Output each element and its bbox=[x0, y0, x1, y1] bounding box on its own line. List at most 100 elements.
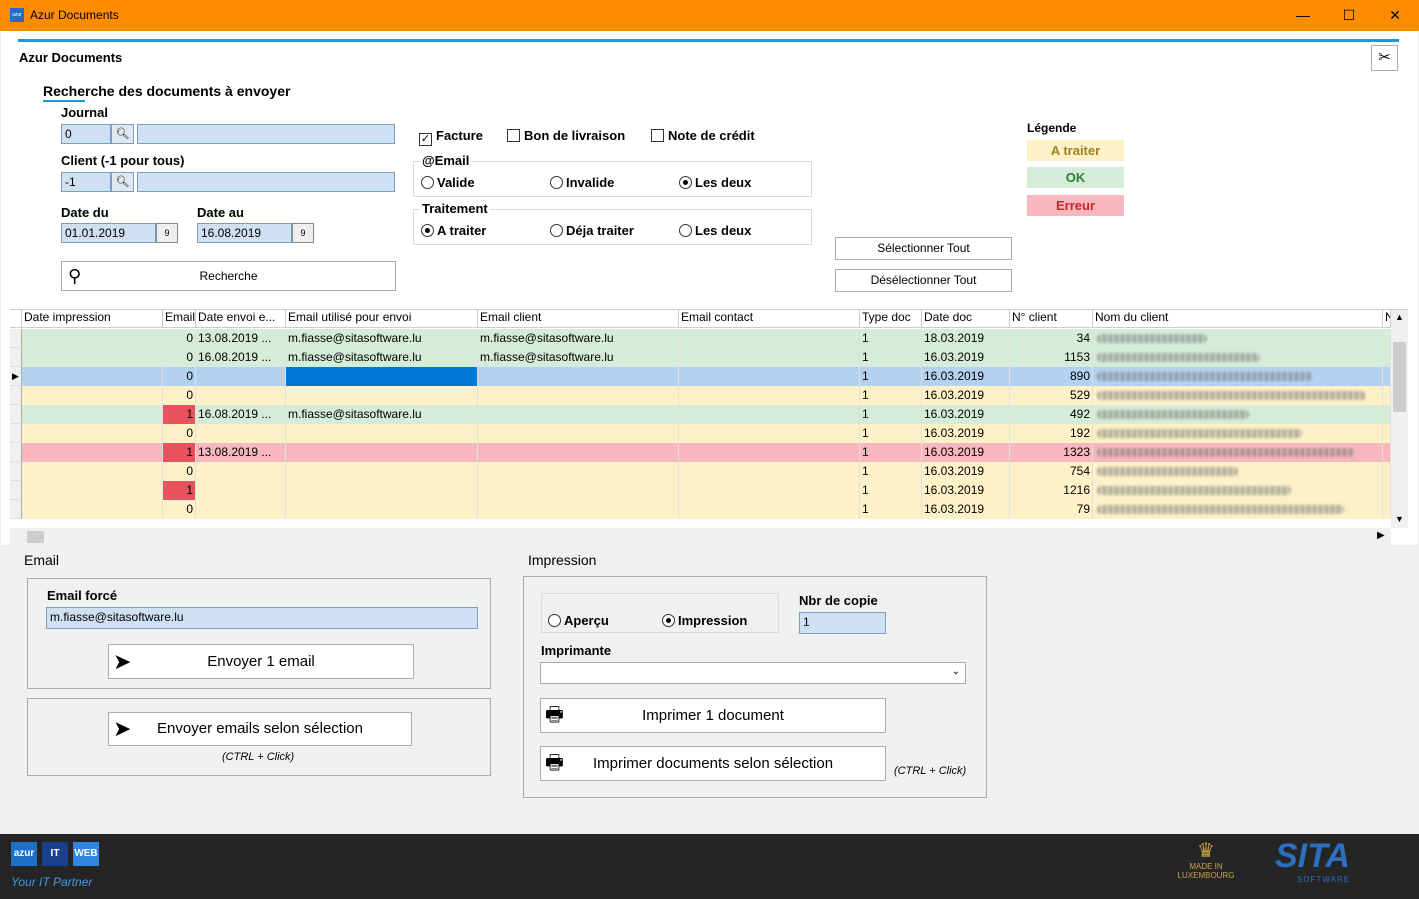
row-header[interactable] bbox=[10, 329, 22, 348]
table-cell[interactable]: 0 bbox=[163, 500, 196, 519]
table-cell[interactable] bbox=[286, 424, 478, 443]
send-one-email-button[interactable]: ➤ Envoyer 1 email bbox=[108, 644, 414, 679]
table-cell[interactable] bbox=[478, 443, 679, 462]
date-to-input[interactable]: 16.08.2019 bbox=[197, 223, 292, 243]
table-cell[interactable]: 1 bbox=[163, 443, 196, 462]
table-cell[interactable]: 1 bbox=[860, 481, 922, 500]
calendar-icon[interactable]: 9 bbox=[292, 223, 314, 243]
table-cell[interactable]: 1 bbox=[860, 348, 922, 367]
table-cell[interactable] bbox=[679, 462, 860, 481]
column-header[interactable]: Email utilisé pour envoi bbox=[286, 310, 478, 328]
calendar-icon[interactable]: 9 bbox=[156, 223, 178, 243]
table-cell[interactable]: 890 bbox=[1010, 367, 1093, 386]
table-cell[interactable] bbox=[22, 367, 163, 386]
table-cell[interactable]: 1 bbox=[163, 481, 196, 500]
table-cell[interactable] bbox=[478, 481, 679, 500]
table-cell[interactable]: 1 bbox=[860, 367, 922, 386]
table-cell[interactable] bbox=[22, 481, 163, 500]
table-cell[interactable] bbox=[478, 462, 679, 481]
table-row[interactable]: 1 1 16.03.2019 1216 bbox=[10, 481, 1391, 500]
scroll-right-icon[interactable]: ▶ bbox=[1377, 530, 1385, 541]
table-cell[interactable]: 16.03.2019 bbox=[922, 462, 1010, 481]
table-cell[interactable] bbox=[286, 481, 478, 500]
table-cell[interactable]: 0 bbox=[163, 329, 196, 348]
email-radio-les-deux[interactable]: Les deux bbox=[679, 175, 751, 190]
table-cell[interactable]: 16.03.2019 bbox=[922, 405, 1010, 424]
facture-checkbox[interactable]: ✓ Facture bbox=[419, 128, 483, 146]
table-cell[interactable] bbox=[1093, 329, 1383, 348]
table-row[interactable]: 0 13.08.2019 ... m.fiasse@sitasoftware.lu m… bbox=[10, 329, 1391, 348]
column-header[interactable]: Date envoi e... bbox=[196, 310, 286, 328]
select-all-button[interactable]: Sélectionner Tout bbox=[835, 237, 1012, 260]
table-row[interactable]: 0 16.08.2019 ... m.fiasse@sitasoftware.lu m… bbox=[10, 348, 1391, 367]
table-cell[interactable] bbox=[478, 500, 679, 519]
table-cell[interactable] bbox=[22, 329, 163, 348]
table-cell[interactable] bbox=[22, 405, 163, 424]
table-cell[interactable] bbox=[22, 424, 163, 443]
table-cell[interactable]: 1 bbox=[860, 462, 922, 481]
copies-input[interactable]: 1 bbox=[799, 612, 886, 634]
vertical-scrollbar[interactable]: ▲ ▼ bbox=[1391, 310, 1408, 528]
hscroll-thumb[interactable] bbox=[27, 531, 44, 543]
scroll-down-icon[interactable]: ▼ bbox=[1395, 514, 1404, 524]
table-cell[interactable] bbox=[22, 443, 163, 462]
table-cell[interactable] bbox=[1383, 424, 1391, 443]
table-cell[interactable]: 1 bbox=[860, 386, 922, 405]
table-cell[interactable]: 16.03.2019 bbox=[922, 443, 1010, 462]
table-cell[interactable] bbox=[679, 500, 860, 519]
email-forced-input[interactable]: m.fiasse@sitasoftware.lu bbox=[46, 607, 478, 629]
horizontal-scrollbar[interactable]: ▶ bbox=[10, 528, 1391, 546]
table-cell[interactable]: 754 bbox=[1010, 462, 1093, 481]
table-cell[interactable]: 34 bbox=[1010, 329, 1093, 348]
documents-grid[interactable]: Date impression Email Date envoi e... Email… bbox=[10, 309, 1408, 546]
table-cell[interactable]: 1 bbox=[860, 443, 922, 462]
scroll-thumb[interactable] bbox=[1393, 342, 1406, 412]
table-cell[interactable]: 0 bbox=[163, 348, 196, 367]
table-cell[interactable]: 16.08.2019 ... bbox=[196, 348, 286, 367]
table-cell[interactable] bbox=[679, 386, 860, 405]
table-cell[interactable]: 18.03.2019 bbox=[922, 329, 1010, 348]
maximize-button[interactable]: ☐ bbox=[1326, 0, 1372, 31]
deselect-all-button[interactable]: Désélectionner Tout bbox=[835, 269, 1012, 292]
column-header[interactable]: Email client bbox=[478, 310, 679, 328]
table-row[interactable]: 0 1 16.03.2019 754 bbox=[10, 462, 1391, 481]
table-cell[interactable]: 1153 bbox=[1010, 348, 1093, 367]
row-header[interactable] bbox=[10, 424, 22, 443]
table-cell[interactable] bbox=[22, 348, 163, 367]
table-cell[interactable] bbox=[286, 386, 478, 405]
client-search-icon[interactable]: 🔍︎ bbox=[111, 172, 134, 192]
print-print-radio[interactable]: Impression bbox=[662, 613, 747, 628]
table-cell[interactable] bbox=[679, 348, 860, 367]
column-header[interactable]: N bbox=[1383, 310, 1391, 328]
column-header[interactable]: Date impression bbox=[22, 310, 163, 328]
date-from-input[interactable]: 01.01.2019 bbox=[61, 223, 156, 243]
table-cell[interactable] bbox=[1383, 367, 1391, 386]
table-cell[interactable]: 13.08.2019 ... bbox=[196, 443, 286, 462]
column-header[interactable]: Email contact bbox=[679, 310, 860, 328]
table-cell[interactable] bbox=[196, 462, 286, 481]
table-cell[interactable] bbox=[679, 367, 860, 386]
table-cell[interactable]: 192 bbox=[1010, 424, 1093, 443]
table-cell[interactable]: 16.08.2019 ... bbox=[196, 405, 286, 424]
table-cell[interactable] bbox=[196, 424, 286, 443]
table-row[interactable]: 1 16.08.2019 ... m.fiasse@sitasoftware.lu 1… bbox=[10, 405, 1391, 424]
table-cell[interactable] bbox=[22, 462, 163, 481]
table-cell[interactable]: 0 bbox=[163, 386, 196, 405]
row-header[interactable] bbox=[10, 462, 22, 481]
table-cell[interactable]: 529 bbox=[1010, 386, 1093, 405]
table-cell[interactable] bbox=[1383, 386, 1391, 405]
table-cell[interactable]: 1 bbox=[163, 405, 196, 424]
table-cell[interactable]: 1 bbox=[860, 424, 922, 443]
table-cell[interactable] bbox=[679, 481, 860, 500]
table-cell[interactable] bbox=[22, 500, 163, 519]
table-cell[interactable] bbox=[1383, 481, 1391, 500]
row-header[interactable] bbox=[10, 386, 22, 405]
table-cell[interactable]: m.fiasse@sitasoftware.lu bbox=[286, 348, 478, 367]
print-preview-radio[interactable]: Aperçu bbox=[548, 613, 609, 628]
table-cell[interactable]: m.fiasse@sitasoftware.lu bbox=[286, 405, 478, 424]
minimize-button[interactable]: — bbox=[1280, 0, 1326, 31]
table-cell[interactable]: 16.03.2019 bbox=[922, 424, 1010, 443]
table-cell[interactable] bbox=[478, 405, 679, 424]
bon-livraison-checkbox[interactable]: Bon de livraison bbox=[507, 128, 625, 143]
table-cell[interactable]: m.fiasse@sitasoftware.lu bbox=[478, 329, 679, 348]
